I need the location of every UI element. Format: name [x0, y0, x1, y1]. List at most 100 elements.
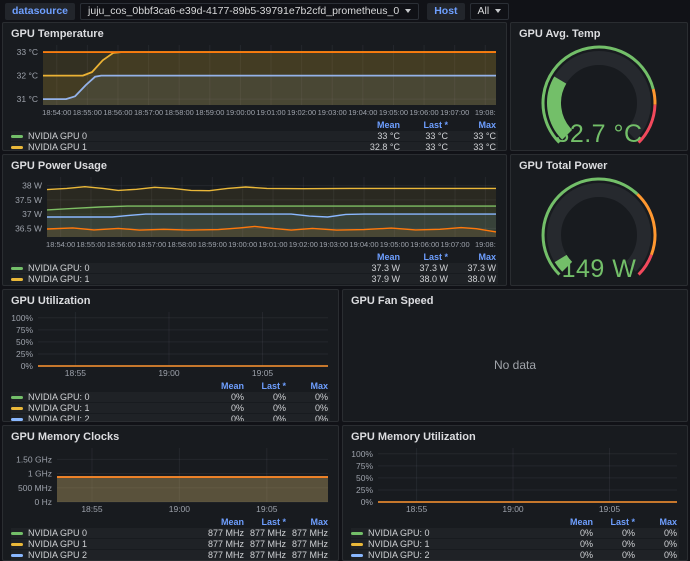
- legend-row[interactable]: NVIDIA GPU: 00%0%0%: [11, 392, 330, 402]
- panel-gpu-total-power: GPU Total Power 149 W: [510, 154, 688, 286]
- x-axis-tick-label: 18:55:00: [73, 108, 102, 117]
- panel-title-gpu-fan-speed[interactable]: GPU Fan Speed: [351, 295, 679, 308]
- legend-sort-header[interactable]: Max: [450, 120, 498, 130]
- legend-value: 0%: [204, 392, 246, 402]
- legend-row[interactable]: NVIDIA GPU 2877 MHz877 MHz877 MHz: [11, 550, 330, 560]
- series-color-swatch: [11, 267, 23, 270]
- legend-value: 37.0 W: [450, 285, 498, 286]
- legend-sort-header[interactable]: Mean: [354, 252, 402, 262]
- legend-row[interactable]: NVIDIA GPU 1877 MHz877 MHz877 MHz: [11, 539, 330, 549]
- legend-value: 33 °C: [450, 142, 498, 151]
- gpu-utilization-chart[interactable]: 18:5519:0019:050%25%50%75%100%MeanLast *…: [11, 308, 330, 421]
- x-axis-tick-label: 18:56:00: [103, 108, 132, 117]
- legend-row[interactable]: NVIDIA GPU 0877 MHz877 MHz877 MHz: [11, 528, 330, 538]
- panel-title-gpu-power-usage[interactable]: GPU Power Usage: [11, 160, 498, 173]
- legend-row[interactable]: NVIDIA GPU: 10%0%0%: [351, 539, 679, 549]
- legend-sort-header[interactable]: Mean: [354, 120, 402, 130]
- series-color-swatch: [351, 543, 363, 546]
- y-axis-tick-label: 25%: [16, 349, 33, 359]
- x-axis-tick-label: 19:02:00: [289, 240, 318, 249]
- legend-row[interactable]: NVIDIA GPU 033 °C33 °C33 °C: [11, 131, 498, 141]
- panel-title-gpu-utilization[interactable]: GPU Utilization: [11, 295, 330, 308]
- y-axis-tick-label: 0%: [21, 361, 34, 371]
- legend-value: 877 MHz: [204, 550, 246, 560]
- y-axis-tick-label: 500 MHz: [18, 483, 52, 493]
- gpu-temperature-plot[interactable]: 18:54:0018:55:0018:56:0018:57:0018:58:00…: [11, 41, 498, 119]
- chevron-down-icon: [405, 9, 411, 13]
- gpu-memory-clocks-plot[interactable]: 18:5519:0019:050 Hz500 MHz1 GHz1.50 GHz: [11, 444, 330, 516]
- gpu-temperature-chart[interactable]: 18:54:0018:55:0018:56:0018:57:0018:58:00…: [11, 41, 498, 150]
- x-axis-tick-label: 19:08:: [475, 240, 496, 249]
- x-axis-tick-label: 19:01:00: [256, 108, 285, 117]
- legend-sort-header[interactable]: Max: [637, 517, 679, 527]
- series-area: [43, 52, 496, 105]
- series-name: NVIDIA GPU: 2: [28, 285, 90, 286]
- legend-row[interactable]: NVIDIA GPU: 037.3 W37.3 W37.3 W: [11, 263, 498, 273]
- legend-value: 0%: [204, 414, 246, 422]
- panel-title-gpu-avg-temp[interactable]: GPU Avg. Temp: [519, 28, 679, 41]
- legend-sort-header[interactable]: Mean: [204, 517, 246, 527]
- series-color-swatch: [351, 532, 363, 535]
- gpu-memory-utilization-chart[interactable]: 18:5519:0019:050%25%50%75%100%MeanLast *…: [351, 444, 679, 560]
- legend-sort-header[interactable]: Last *: [402, 252, 450, 262]
- panel-title-gpu-temperature[interactable]: GPU Temperature: [11, 28, 498, 41]
- legend-sort-header[interactable]: Mean: [553, 517, 595, 527]
- series-color-swatch: [11, 135, 23, 138]
- legend-sort-header[interactable]: Last *: [595, 517, 637, 527]
- gpu-memory-clocks-chart[interactable]: 18:5519:0019:050 Hz500 MHz1 GHz1.50 GHzM…: [11, 444, 330, 560]
- x-axis-tick-label: 19:00: [502, 504, 524, 514]
- legend-value: 0%: [553, 528, 595, 538]
- legend-sort-header[interactable]: Last *: [246, 381, 288, 391]
- x-axis-tick-label: 19:03:00: [319, 240, 348, 249]
- legend-sort-header[interactable]: Last *: [402, 120, 450, 130]
- panel-title-gpu-memory-utilization[interactable]: GPU Memory Utilization: [351, 431, 679, 444]
- gpu-power-usage-chart[interactable]: 18:54:0018:55:0018:56:0018:57:0018:58:00…: [11, 173, 498, 285]
- legend-sort-header[interactable]: Max: [288, 381, 330, 391]
- legend-sort-header[interactable]: Last *: [246, 517, 288, 527]
- legend-sort-header[interactable]: Max: [450, 252, 498, 262]
- y-axis-tick-label: 1 GHz: [28, 469, 52, 479]
- legend-value: 33 °C: [402, 142, 450, 151]
- legend-value: 877 MHz: [246, 550, 288, 560]
- x-axis-tick-label: 18:54:00: [42, 108, 71, 117]
- legend-row[interactable]: NVIDIA GPU: 20%0%0%: [351, 550, 679, 560]
- x-axis-tick-label: 18:56:00: [107, 240, 136, 249]
- legend-value: 0%: [553, 550, 595, 560]
- datasource-select-value: juju_cos_0bbf3ca6-e39d-4177-89b5-39791e7…: [88, 6, 399, 17]
- host-select[interactable]: All: [470, 3, 510, 20]
- legend-row[interactable]: NVIDIA GPU 132.8 °C33 °C33 °C: [11, 142, 498, 151]
- x-axis-tick-label: 19:00:00: [228, 240, 257, 249]
- panel-gpu-memory-utilization: GPU Memory Utilization 18:5519:0019:050%…: [342, 425, 688, 561]
- legend-sort-header[interactable]: Mean: [204, 381, 246, 391]
- legend-value: 37.0 W: [402, 285, 450, 286]
- legend-row[interactable]: NVIDIA GPU: 237.0 W37.0 W37.0 W: [11, 285, 498, 286]
- x-axis-tick-label: 19:07:00: [440, 108, 469, 117]
- y-axis-tick-label: 33 °C: [17, 47, 38, 57]
- legend-value: 33 °C: [354, 131, 402, 141]
- x-axis-tick-label: 19:04:00: [349, 240, 378, 249]
- panel-title-gpu-memory-clocks[interactable]: GPU Memory Clocks: [11, 431, 330, 444]
- y-axis-tick-label: 50%: [16, 337, 33, 347]
- legend-sort-header[interactable]: Max: [288, 517, 330, 527]
- dashboard-toolbar: datasource juju_cos_0bbf3ca6-e39d-4177-8…: [0, 0, 690, 22]
- x-axis-tick-label: 19:00:00: [226, 108, 255, 117]
- gpu-power-usage-plot[interactable]: 18:54:0018:55:0018:56:0018:57:0018:58:00…: [11, 173, 498, 251]
- legend-row[interactable]: NVIDIA GPU: 00%0%0%: [351, 528, 679, 538]
- gpu-temperature-legend: MeanLast *MaxNVIDIA GPU 033 °C33 °C33 °C…: [11, 120, 498, 151]
- gpu-memory-utilization-legend: MeanLast *MaxNVIDIA GPU: 00%0%0%NVIDIA G…: [351, 517, 679, 560]
- legend-row[interactable]: NVIDIA GPU: 10%0%0%: [11, 403, 330, 413]
- x-axis-tick-label: 18:55: [406, 504, 428, 514]
- legend-row[interactable]: NVIDIA GPU: 137.9 W38.0 W38.0 W: [11, 274, 498, 284]
- legend-value: 37.3 W: [450, 263, 498, 273]
- panel-title-gpu-total-power[interactable]: GPU Total Power: [519, 160, 679, 173]
- legend-row[interactable]: NVIDIA GPU: 20%0%0%: [11, 414, 330, 422]
- legend-value: 32.8 °C: [354, 142, 402, 151]
- legend-value: 877 MHz: [204, 539, 246, 549]
- gpu-utilization-plot[interactable]: 18:5519:0019:050%25%50%75%100%: [11, 308, 330, 380]
- gpu-utilization-legend: MeanLast *MaxNVIDIA GPU: 00%0%0%NVIDIA G…: [11, 381, 330, 422]
- gpu-avg-temp-gauge: 32.7 °C: [519, 41, 679, 150]
- datasource-select[interactable]: juju_cos_0bbf3ca6-e39d-4177-89b5-39791e7…: [80, 3, 419, 20]
- x-axis-tick-label: 19:05:00: [380, 240, 409, 249]
- series-color-swatch: [11, 418, 23, 421]
- gpu-memory-utilization-plot[interactable]: 18:5519:0019:050%25%50%75%100%: [351, 444, 679, 516]
